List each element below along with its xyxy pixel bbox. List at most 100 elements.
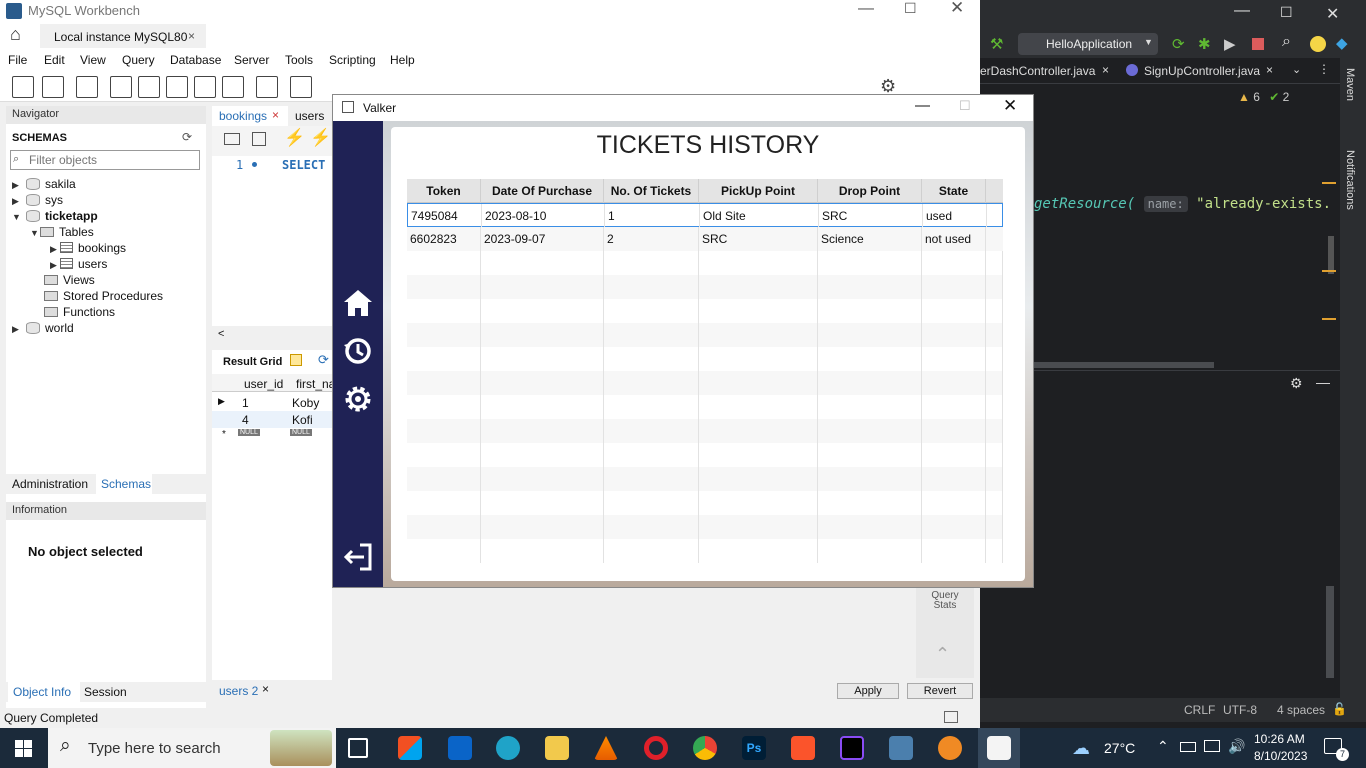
windows-start-icon[interactable] (15, 740, 32, 757)
column-header[interactable]: user_id (244, 377, 283, 391)
horizontal-scrollbar[interactable]: < (212, 326, 332, 344)
rerun-icon[interactable]: ⟳ (1172, 35, 1185, 53)
microsoft-store-icon[interactable] (398, 736, 422, 760)
cell-drop[interactable]: Science (818, 227, 922, 251)
hide-panel-icon[interactable]: — (1316, 374, 1330, 390)
gear-icon[interactable]: ⚙ (1290, 375, 1303, 392)
cell-state[interactable]: not used (922, 227, 986, 251)
tab-signup-controller[interactable]: SignUpController.java (1144, 64, 1260, 78)
cell-tickets[interactable]: 2 (604, 227, 699, 251)
table-users[interactable]: ▶ users (50, 257, 107, 271)
table-row[interactable]: 7495084 2023-08-10 1 Old Site SRC used (407, 203, 1003, 228)
column-header-state[interactable]: State (922, 179, 986, 203)
close-tab-icon[interactable]: × (262, 682, 269, 696)
code-line[interactable]: getResource( name: "already-exists. (1034, 196, 1331, 212)
menu-scripting[interactable]: Scripting (329, 53, 376, 67)
tab-session[interactable]: Session (84, 685, 127, 699)
avatar[interactable] (1310, 36, 1326, 52)
java-app-active[interactable] (978, 728, 1020, 768)
menu-query[interactable]: Query (122, 53, 155, 67)
expand-arrow-icon[interactable]: ▶ (50, 260, 60, 271)
expand-arrow-icon[interactable]: ▶ (12, 324, 22, 335)
warning-marker[interactable] (1322, 318, 1336, 320)
column-header-date[interactable]: Date Of Purchase (481, 179, 604, 203)
home-icon[interactable]: ⌂ (10, 24, 21, 45)
vlc-icon[interactable] (594, 736, 618, 760)
maximize-button[interactable]: ☐ (959, 98, 971, 114)
cell-pickup[interactable]: SRC (699, 227, 818, 251)
filter-objects-input[interactable] (10, 150, 200, 170)
inspector-icon[interactable] (76, 76, 98, 98)
volume-icon[interactable]: 🔊 (1228, 738, 1245, 755)
menu-tools[interactable]: Tools (285, 53, 313, 67)
execute-lightning-icon[interactable]: ⚡ (284, 128, 305, 148)
cell[interactable]: 1 (242, 396, 249, 410)
line-separator[interactable]: CRLF (1184, 703, 1215, 717)
maven-tool-label[interactable]: Maven (1344, 68, 1356, 101)
scroll-left-icon[interactable]: < (218, 328, 224, 340)
menu-file[interactable]: File (8, 53, 27, 67)
schema-world[interactable]: ▶ world (12, 321, 74, 335)
build-hammer-icon[interactable]: ⚒ (990, 35, 1003, 53)
battery-icon[interactable] (1180, 742, 1196, 752)
chrome-icon[interactable] (693, 736, 717, 760)
network-icon[interactable] (1204, 740, 1220, 752)
column-header-token[interactable]: Token (407, 179, 481, 203)
mail-icon[interactable] (448, 736, 472, 760)
intellij-icon[interactable] (840, 736, 864, 760)
home-icon[interactable] (342, 287, 374, 319)
close-button[interactable]: ✕ (1003, 96, 1017, 116)
cell-state[interactable]: used (923, 204, 987, 228)
new-sql-tab-icon[interactable] (12, 76, 34, 98)
encoding[interactable]: UTF-8 (1223, 703, 1257, 717)
debug-icon[interactable]: ✱ (1198, 35, 1211, 53)
column-header[interactable]: first_na (296, 377, 335, 391)
minimize-button[interactable]: — (1234, 2, 1250, 20)
notifications-tool-label[interactable]: Notifications (1344, 150, 1356, 210)
output-toggle-icon[interactable] (944, 711, 958, 723)
brave-icon[interactable] (791, 736, 815, 760)
photoshop-icon[interactable]: Ps (742, 736, 766, 760)
cell-date[interactable]: 2023-09-07 (481, 227, 604, 251)
panel-scrollbar[interactable] (1326, 586, 1334, 678)
cell-token[interactable]: 7495084 (408, 204, 482, 228)
close-tab-icon[interactable]: × (1102, 63, 1109, 77)
task-view-icon[interactable] (348, 738, 368, 758)
collapse-arrow-icon[interactable]: ▼ (30, 228, 40, 238)
new-row[interactable]: * NULL NULL (212, 428, 332, 442)
expand-arrow-icon[interactable]: ▶ (12, 180, 22, 191)
collapse-arrow-icon[interactable]: ▼ (12, 212, 22, 222)
opera-icon[interactable] (644, 736, 668, 760)
sql-editor[interactable]: 1 SELECT (212, 156, 332, 326)
plugin-icon[interactable]: ◆ (1336, 34, 1348, 52)
create-schema-icon[interactable] (110, 76, 132, 98)
table-row[interactable]: 6602823 2023-09-07 2 SRC Science not use… (407, 227, 1003, 251)
apply-button[interactable]: Apply (837, 683, 899, 699)
column-header-drop[interactable]: Drop Point (818, 179, 922, 203)
taskbar-search[interactable]: ⌕ Type here to search (48, 728, 336, 768)
maximize-button[interactable]: ☐ (904, 0, 917, 17)
more-options-icon[interactable]: ⋮ (1318, 62, 1330, 76)
reconnect-icon[interactable] (290, 76, 312, 98)
create-function-icon[interactable] (222, 76, 244, 98)
menu-view[interactable]: View (80, 53, 106, 67)
query-stats-panel[interactable]: Query Stats ⌃ (916, 588, 974, 678)
file-explorer-icon[interactable] (545, 736, 569, 760)
close-tab-icon[interactable]: × (272, 108, 279, 122)
clock-date[interactable]: 8/10/2023 (1254, 749, 1307, 763)
clock-time[interactable]: 10:26 AM (1254, 732, 1305, 746)
tree-tables[interactable]: ▼ Tables (30, 225, 94, 239)
tree-stored-procedures[interactable]: Stored Procedures (44, 289, 163, 303)
maximize-button[interactable]: ☐ (1280, 4, 1293, 21)
menu-edit[interactable]: Edit (44, 53, 65, 67)
search-highlight-image[interactable] (270, 730, 332, 766)
menu-help[interactable]: Help (390, 53, 415, 67)
result-row[interactable]: ▶ 1 Koby (212, 394, 332, 411)
warning-marker[interactable] (1322, 270, 1336, 272)
schema-ticketapp[interactable]: ▼ ticketapp (12, 209, 98, 223)
result-row[interactable]: 4 Kofi (212, 411, 332, 428)
chevron-up-icon[interactable]: ⌃ (1157, 738, 1169, 755)
editor-scrollbar[interactable] (1328, 236, 1334, 274)
execute-current-icon[interactable]: ⚡ (310, 128, 331, 148)
warning-marker[interactable] (1322, 182, 1336, 184)
